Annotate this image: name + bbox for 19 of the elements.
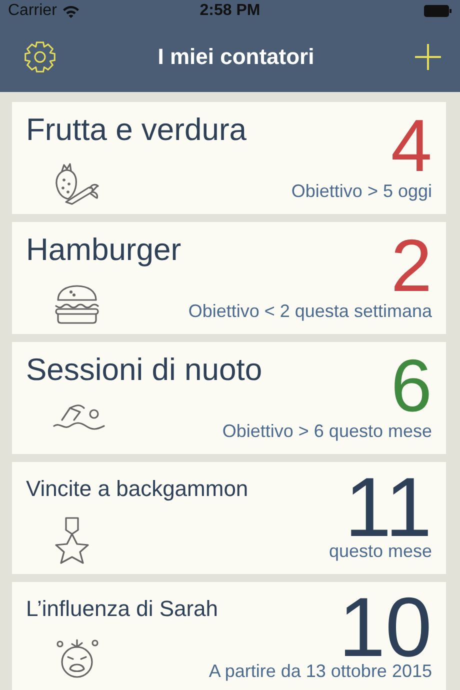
screen-title: I miei contatori xyxy=(158,44,314,70)
counter-title: Vincite a backgammon xyxy=(26,475,250,502)
add-button[interactable] xyxy=(414,43,442,71)
counter-card[interactable]: Sessioni di nuoto 6 Obiettivo > 6 questo mese xyxy=(12,342,446,454)
settings-button[interactable] xyxy=(22,39,58,75)
counter-card[interactable]: Frutta e verdura 4 Obiettivo > 5 oggi xyxy=(12,102,446,214)
carrier-name: Carrier xyxy=(8,2,57,20)
counter-card[interactable]: L’influenza di Sarah 10 A partire da 13 ottobre 2015 xyxy=(12,582,446,690)
counter-title: L’influenza di Sarah xyxy=(26,595,220,622)
goal-text: questo mese xyxy=(328,541,432,562)
goal-text: A partire da 13 ottobre 2015 xyxy=(208,661,432,682)
counter-title: Sessioni di nuoto xyxy=(26,352,264,388)
battery-icon xyxy=(424,5,452,17)
status-time: 2:58 PM xyxy=(200,2,260,19)
counter-title: Hamburger xyxy=(26,232,182,268)
counter-title: Frutta e verdura xyxy=(26,112,248,148)
counter-card[interactable]: Hamburger 2 Obiettivo < 2 questa settimana xyxy=(12,222,446,334)
swimmer-icon xyxy=(52,402,108,432)
wifi-icon xyxy=(62,4,80,18)
